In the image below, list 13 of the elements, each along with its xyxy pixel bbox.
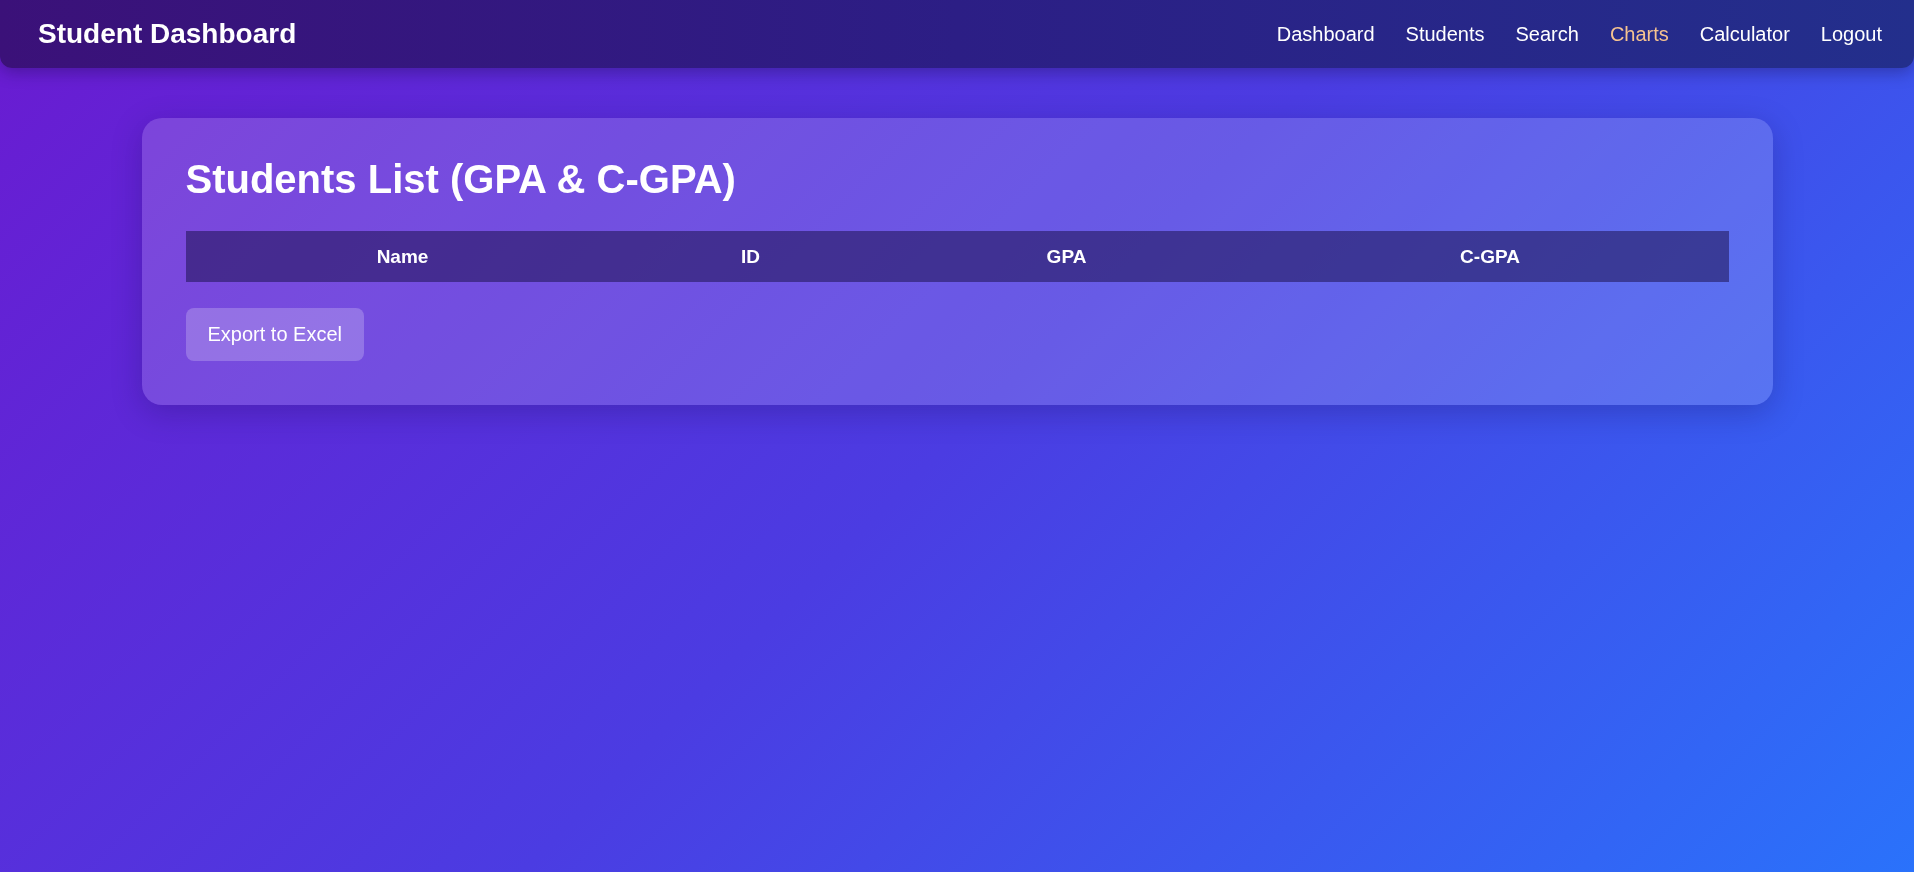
nav-link[interactable]: Search [1515, 22, 1579, 46]
column-header: GPA [1046, 245, 1087, 268]
column-header: ID [741, 245, 760, 268]
brand-title: Student Dashboard [38, 18, 297, 50]
nav-link[interactable]: Students [1405, 22, 1485, 46]
card-title: Students List (GPA & C-GPA) [185, 156, 737, 202]
nav-link[interactable]: Logout [1820, 22, 1882, 46]
nav-link[interactable]: Charts [1609, 22, 1669, 46]
export-button[interactable]: Export to Excel [185, 308, 364, 361]
column-header: C-GPA [1460, 245, 1520, 268]
column-header: Name [376, 245, 429, 268]
nav-link[interactable]: Dashboard [1276, 22, 1375, 46]
nav-link[interactable]: Calculator [1699, 22, 1790, 46]
